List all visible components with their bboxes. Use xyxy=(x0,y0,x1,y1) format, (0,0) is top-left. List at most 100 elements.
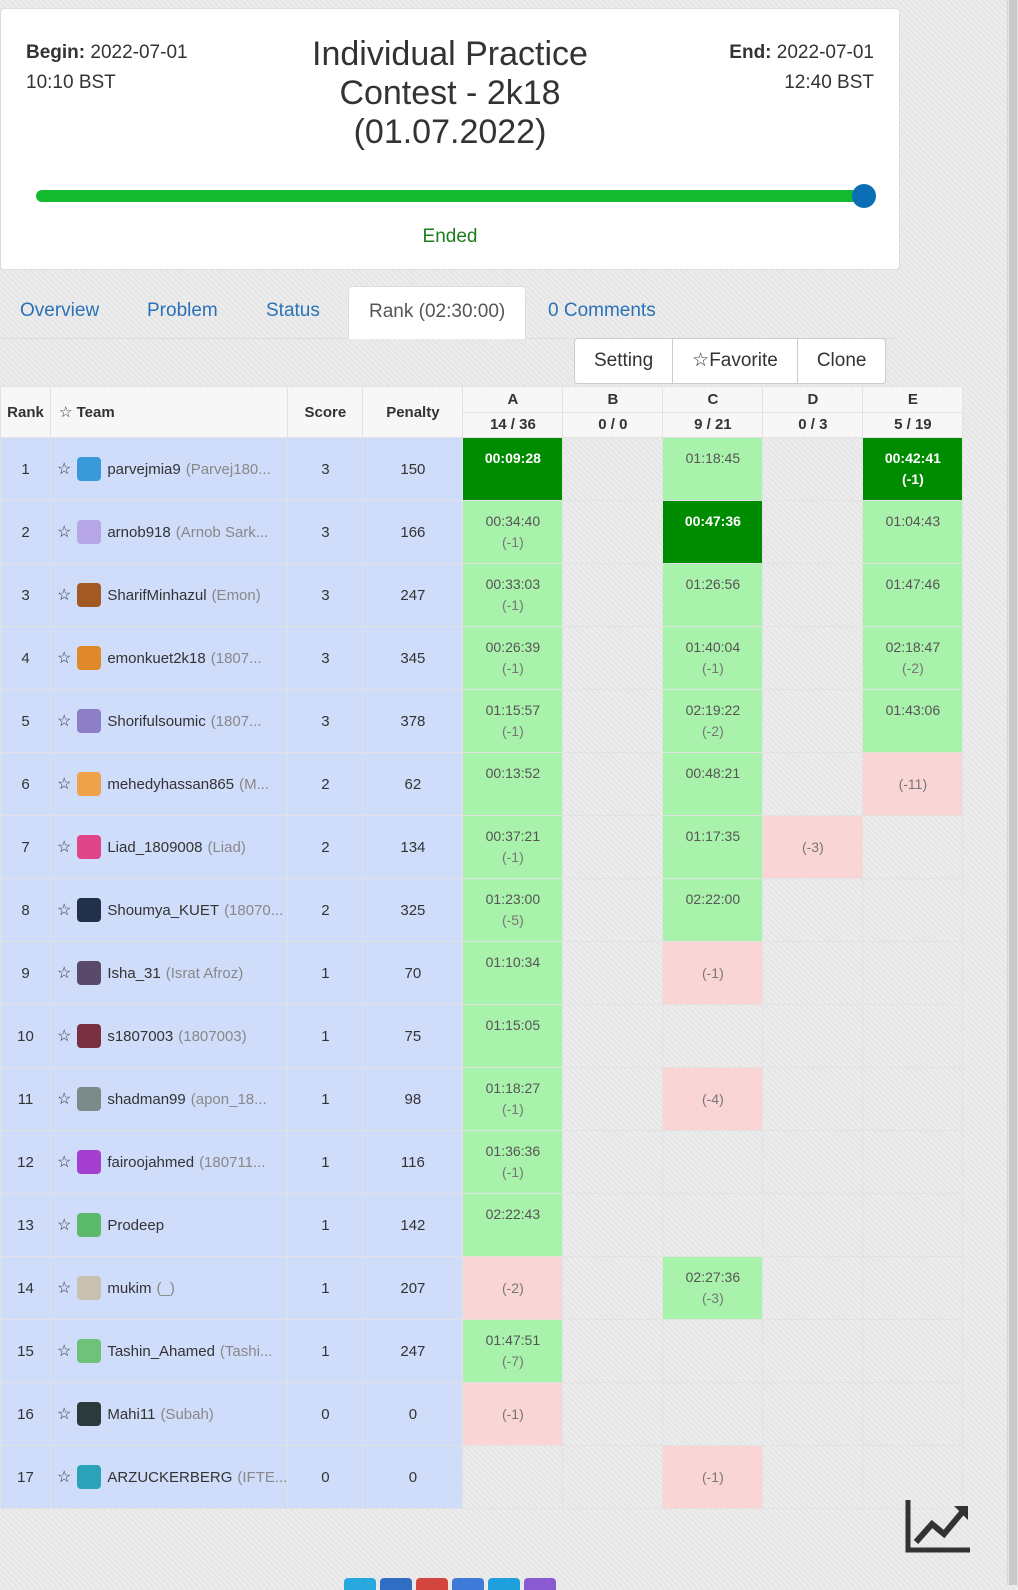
problem-cell-a[interactable]: (-2) xyxy=(462,1256,564,1320)
problem-cell-a[interactable]: 00:09:28 xyxy=(462,437,564,501)
team-name[interactable]: ARZUCKERBERG xyxy=(107,1469,232,1486)
problem-cell-c[interactable]: 00:47:36 xyxy=(662,500,764,564)
problem-header-c[interactable]: C xyxy=(662,386,764,413)
tab-overview[interactable]: Overview xyxy=(0,286,119,336)
favorite-star-icon[interactable]: ☆ xyxy=(57,1152,71,1172)
team-name[interactable]: Isha_31 xyxy=(107,965,160,982)
problem-cell-a xyxy=(462,1445,564,1509)
share-button[interactable] xyxy=(344,1578,376,1590)
team-name[interactable]: emonkuet2k18 xyxy=(107,650,205,667)
scrollbar-track[interactable] xyxy=(1007,0,1018,1585)
header-team[interactable]: ☆ Team xyxy=(49,386,289,438)
favorite-button[interactable]: ☆Favorite xyxy=(673,339,798,383)
team-name[interactable]: s1807003 xyxy=(107,1028,173,1045)
tab-problem[interactable]: Problem xyxy=(127,286,238,336)
favorite-star-icon[interactable]: ☆ xyxy=(57,837,71,857)
problem-cell-a[interactable]: 01:10:34 xyxy=(462,941,564,1005)
problem-cell-a[interactable]: 00:13:52 xyxy=(462,752,564,816)
problem-cell-c[interactable]: 01:18:45 xyxy=(662,437,764,501)
share-button[interactable] xyxy=(452,1578,484,1590)
problem-cell-c[interactable]: 02:22:00 xyxy=(662,878,764,942)
problem-cell-c[interactable]: (-1) xyxy=(662,941,764,1005)
favorite-star-icon[interactable]: ☆ xyxy=(57,1026,71,1046)
problem-cell-e[interactable]: 01:43:06 xyxy=(862,689,964,753)
favorite-star-icon[interactable]: ☆ xyxy=(57,648,71,668)
problem-cell-a[interactable]: 00:34:40 (-1) xyxy=(462,500,564,564)
problem-cell-e[interactable]: 01:47:46 xyxy=(862,563,964,627)
problem-cell-d[interactable]: (-3) xyxy=(762,815,864,879)
problem-cell-a[interactable]: 00:33:03 (-1) xyxy=(462,563,564,627)
problem-cell-e[interactable]: 00:42:41 (-1) xyxy=(862,437,964,501)
trend-chart-icon[interactable] xyxy=(904,1496,974,1556)
progress-knob[interactable] xyxy=(852,184,876,208)
setting-button[interactable]: Setting xyxy=(575,339,674,383)
favorite-star-icon[interactable]: ☆ xyxy=(57,1404,71,1424)
problem-cell-c[interactable]: 01:17:35 xyxy=(662,815,764,879)
header-rank[interactable]: Rank xyxy=(0,386,51,438)
favorite-star-icon[interactable]: ☆ xyxy=(57,711,71,731)
problem-cell-c[interactable]: (-1) xyxy=(662,1445,764,1509)
favorite-star-icon[interactable]: ☆ xyxy=(57,585,71,605)
penalty-cell: 142 xyxy=(362,1193,464,1257)
problem-cell-c[interactable]: 01:26:56 xyxy=(662,563,764,627)
share-button[interactable] xyxy=(488,1578,520,1590)
favorite-star-icon[interactable]: ☆ xyxy=(57,522,71,542)
tab-rank[interactable]: Rank (02:30:00) xyxy=(348,286,527,339)
share-button[interactable] xyxy=(524,1578,556,1590)
favorite-star-icon[interactable]: ☆ xyxy=(57,1467,71,1487)
problem-header-b[interactable]: B xyxy=(562,386,664,413)
problem-cell-a[interactable]: 01:15:57 (-1) xyxy=(462,689,564,753)
scrollbar-thumb[interactable] xyxy=(1009,0,1017,1585)
problem-cell-a[interactable]: 00:26:39 (-1) xyxy=(462,626,564,690)
problem-cell-c[interactable]: 01:40:04 (-1) xyxy=(662,626,764,690)
favorite-star-icon[interactable]: ☆ xyxy=(57,774,71,794)
problem-cell-e[interactable]: 02:18:47 (-2) xyxy=(862,626,964,690)
problem-cell-a[interactable]: 01:23:00 (-5) xyxy=(462,878,564,942)
team-name[interactable]: Tashin_Ahamed xyxy=(107,1343,215,1360)
favorite-star-icon[interactable]: ☆ xyxy=(57,963,71,983)
favorite-star-icon[interactable]: ☆ xyxy=(57,1089,71,1109)
problem-cell-a[interactable]: 01:36:36 (-1) xyxy=(462,1130,564,1194)
begin-clock: 10:10 BST xyxy=(26,72,116,93)
problem-cell-c[interactable]: 00:48:21 xyxy=(662,752,764,816)
favorite-star-icon[interactable]: ☆ xyxy=(57,1215,71,1235)
team-name[interactable]: Shorifulsoumic xyxy=(107,713,205,730)
team-name[interactable]: Liad_1809008 xyxy=(107,839,202,856)
tab-status[interactable]: Status xyxy=(246,286,340,336)
team-name[interactable]: Prodeep xyxy=(107,1217,164,1234)
favorite-star-icon[interactable]: ☆ xyxy=(57,459,71,479)
problem-cell-c[interactable]: 02:27:36 (-3) xyxy=(662,1256,764,1320)
problem-cell-a[interactable]: 01:18:27 (-1) xyxy=(462,1067,564,1131)
problem-cell-a[interactable]: 00:37:21 (-1) xyxy=(462,815,564,879)
header-score[interactable]: Score xyxy=(287,386,364,438)
header-penalty[interactable]: Penalty xyxy=(362,386,464,438)
problem-cell-a[interactable]: 01:15:05 xyxy=(462,1004,564,1068)
team-name[interactable]: arnob918 xyxy=(107,524,170,541)
tab-comments[interactable]: 0 Comments xyxy=(528,286,676,336)
problem-cell-a[interactable]: 01:47:51 (-7) xyxy=(462,1319,564,1383)
team-name[interactable]: Shoumya_KUET xyxy=(107,902,219,919)
favorite-star-icon[interactable]: ☆ xyxy=(57,1278,71,1298)
team-name[interactable]: shadman99 xyxy=(107,1091,185,1108)
share-button[interactable] xyxy=(416,1578,448,1590)
problem-cell-a[interactable]: (-1) xyxy=(462,1382,564,1446)
star-icon[interactable]: ☆ xyxy=(59,404,72,421)
team-name[interactable]: SharifMinhazul xyxy=(107,587,206,604)
problem-cell-e[interactable]: (-11) xyxy=(862,752,964,816)
team-name[interactable]: mukim xyxy=(107,1280,151,1297)
problem-cell-e[interactable]: 01:04:43 xyxy=(862,500,964,564)
favorite-star-icon[interactable]: ☆ xyxy=(57,1341,71,1361)
team-name[interactable]: fairoojahmed xyxy=(107,1154,194,1171)
problem-header-e[interactable]: E xyxy=(862,386,964,413)
team-name[interactable]: mehedyhassan865 xyxy=(107,776,234,793)
problem-cell-a[interactable]: 02:22:43 xyxy=(462,1193,564,1257)
team-name[interactable]: Mahi11 xyxy=(107,1406,155,1423)
share-button[interactable] xyxy=(380,1578,412,1590)
problem-header-d[interactable]: D xyxy=(762,386,864,413)
clone-button[interactable]: Clone xyxy=(798,339,886,383)
favorite-star-icon[interactable]: ☆ xyxy=(57,900,71,920)
team-name[interactable]: parvejmia9 xyxy=(107,461,180,478)
problem-cell-c[interactable]: (-4) xyxy=(662,1067,764,1131)
problem-cell-c[interactable]: 02:19:22 (-2) xyxy=(662,689,764,753)
problem-header-a[interactable]: A xyxy=(462,386,564,413)
